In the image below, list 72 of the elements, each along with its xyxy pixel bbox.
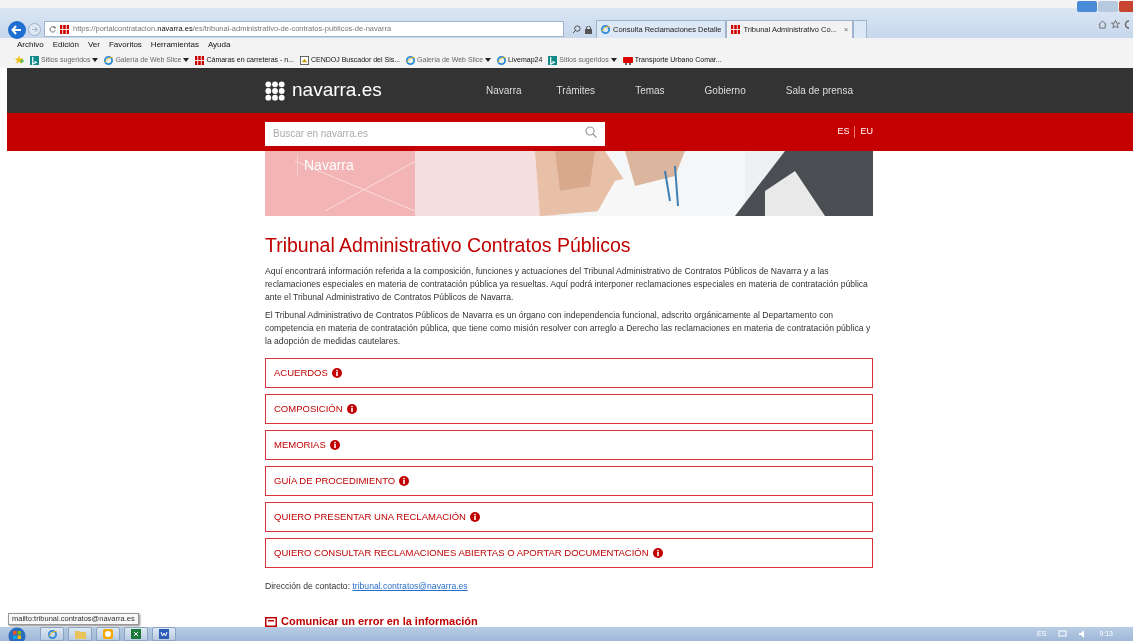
grid-icon <box>195 55 205 65</box>
favorites-star-icon[interactable] <box>14 55 24 65</box>
start-button[interactable] <box>8 627 26 641</box>
document-icon <box>159 629 169 639</box>
flag-icon <box>265 616 277 627</box>
taskbar-app[interactable] <box>96 627 120 641</box>
language-link[interactable]: EU <box>860 125 873 139</box>
site-logo[interactable]: navarra.es <box>292 76 382 105</box>
paragraph: Aquí encontrará información referida a la composición, funciones y actuaciones del Tribunal Administrativo de Contratos Públicos de Navarra y a las reclamaciones especiales en materia de contratación pública ya resueltas. Aquí podrá interponer reclamaciones especiales en materia de contratación pública ante el Tribunal Administrativo de Contratos Públicos de Navarra. <box>265 265 869 305</box>
nav-link[interactable]: Trámites <box>556 83 596 98</box>
caret-icon <box>92 58 99 62</box>
ie-icon <box>601 25 610 34</box>
nav-link[interactable]: Temas <box>635 83 665 98</box>
section-link[interactable]: QUIERO PRESENTAR UNA RECLAMACIÓN <box>265 502 873 533</box>
section-link[interactable]: ACUERDOS <box>265 358 873 389</box>
lock-icon <box>585 26 592 34</box>
bus-icon <box>622 55 633 65</box>
menu-item[interactable]: Ayuda <box>207 39 231 51</box>
ie-icon <box>104 55 114 65</box>
paragraph: El Tribunal Administrativo de Contratos Públicos de Navarra es un órgano con independencia funcional, adscrito orgánicamente al Departamento con competencia en materia de contratación pública, que tiene como misión resolver con arreglo a Derecho las reclamaciones en materia de contratación pública y la adopción de medidas cautelares. <box>265 309 872 349</box>
menu-item[interactable]: Ver <box>87 39 100 51</box>
caret-icon <box>610 58 617 62</box>
folder-icon <box>74 629 86 639</box>
search-icon[interactable] <box>585 126 597 138</box>
report-error-link[interactable]: Comunicar un error en la información <box>265 613 478 630</box>
nav-link[interactable]: Gobierno <box>704 83 746 98</box>
network-icon[interactable] <box>1058 630 1068 638</box>
ie-icon <box>47 629 57 639</box>
grid-icon <box>731 25 741 34</box>
contact-label: Dirección de contacto: <box>265 581 351 592</box>
caret-icon <box>183 58 190 62</box>
grid-icon <box>60 24 69 34</box>
bing-icon <box>548 55 558 65</box>
search-icon[interactable] <box>572 25 581 34</box>
ie-icon <box>406 55 416 65</box>
page-title: Tribunal Administrativo Contratos Públicos <box>265 234 632 258</box>
back-button[interactable] <box>8 21 26 39</box>
nav-link[interactable]: Sala de prensa <box>785 83 853 98</box>
section-link[interactable]: MEMORIAS <box>265 430 873 461</box>
spreadsheet-icon <box>131 629 141 639</box>
menu-item[interactable]: Favoritos <box>108 39 142 51</box>
bing-icon <box>30 55 39 65</box>
caret-icon <box>485 58 492 62</box>
refresh-icon[interactable] <box>49 25 56 33</box>
section-link[interactable]: QUIERO CONSULTAR RECLAMACIONES ABIERTAS O APORTAR DOCUMENTACIÓN <box>265 538 873 569</box>
taskbar-app[interactable] <box>40 627 64 641</box>
language-link[interactable]: ES <box>837 125 850 139</box>
taskbar-app[interactable] <box>124 627 148 641</box>
new-tab-button[interactable] <box>853 20 868 38</box>
taskbar-app[interactable] <box>152 627 176 641</box>
info-icon <box>346 404 357 415</box>
star-icon[interactable] <box>1111 20 1120 29</box>
banner-title: Navarra <box>297 155 354 176</box>
info-icon <box>469 512 480 523</box>
info-icon <box>331 368 342 379</box>
info-icon <box>652 548 663 559</box>
clock-icon <box>103 629 113 639</box>
section-link[interactable]: COMPOSICIÓN <box>265 394 873 425</box>
menu-item[interactable]: Edición <box>52 39 79 51</box>
home-icon[interactable] <box>1098 20 1107 29</box>
logo-icon[interactable] <box>265 80 285 101</box>
search-field[interactable]: Buscar en navarra.es <box>265 121 605 146</box>
document-icon <box>299 55 309 65</box>
forward-button[interactable] <box>28 23 41 36</box>
menu-item[interactable]: Herramientas <box>150 39 199 51</box>
info-icon <box>399 476 410 487</box>
nav-link[interactable]: Navarra <box>486 83 522 98</box>
info-icon <box>329 440 340 451</box>
ie-icon <box>497 55 507 65</box>
menu-item[interactable]: Archivo <box>17 39 44 51</box>
email-link[interactable]: tribunal.contratos@navarra.es <box>352 581 468 592</box>
section-link[interactable]: GUÍA DE PROCEDIMIENTO <box>265 466 873 497</box>
